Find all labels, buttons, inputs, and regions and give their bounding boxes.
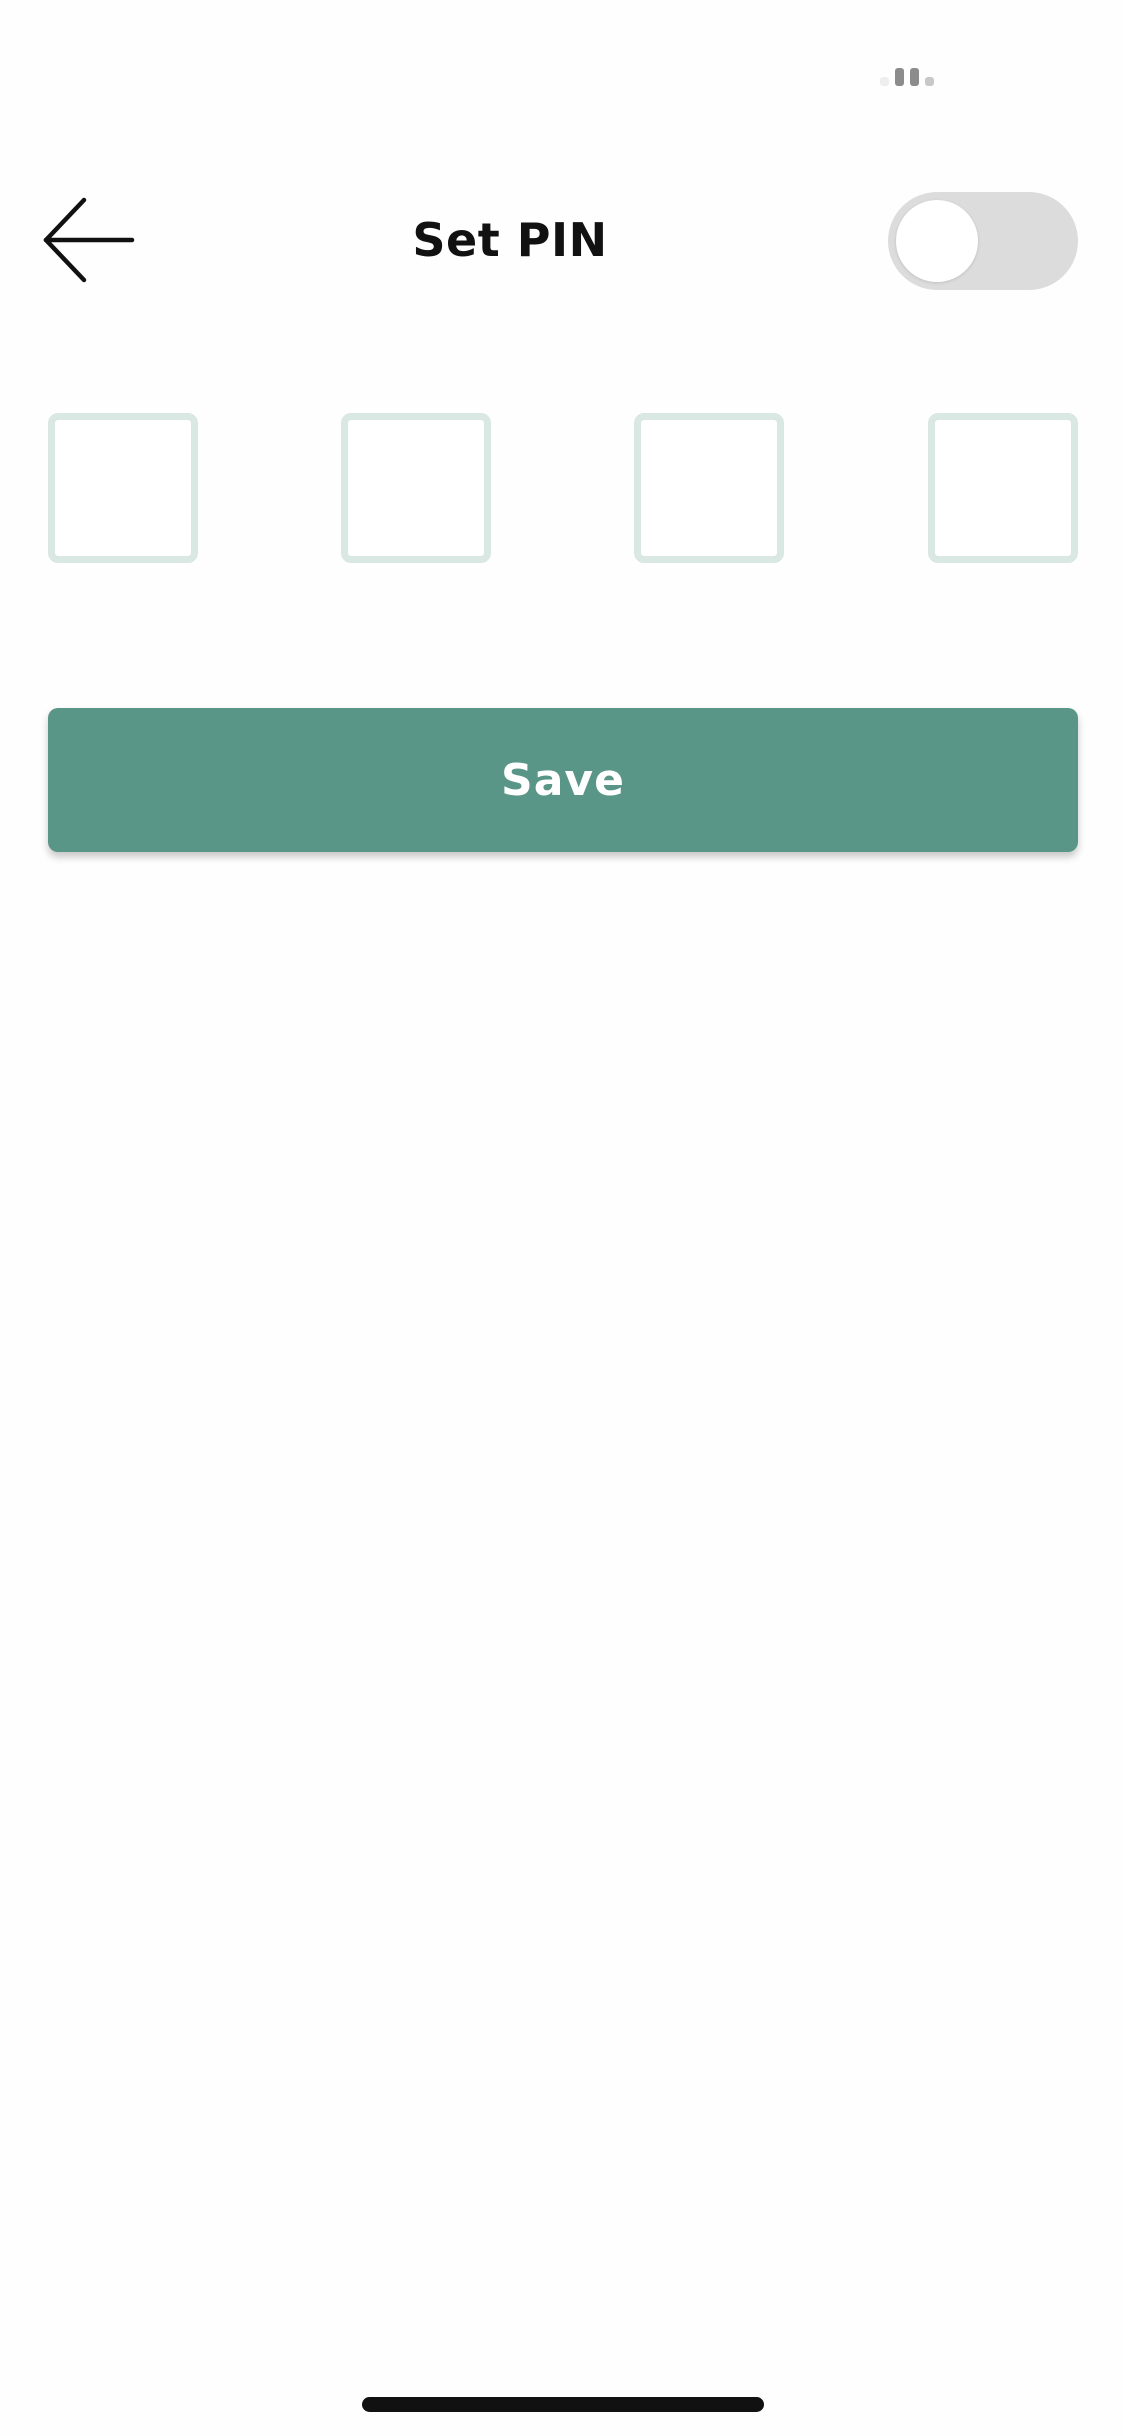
status-bar xyxy=(0,0,1125,130)
save-button[interactable]: Save xyxy=(48,708,1078,852)
signal-icon xyxy=(880,66,940,86)
pin-digit-4[interactable] xyxy=(928,413,1078,563)
pin-toggle[interactable] xyxy=(888,192,1078,290)
page-title: Set PIN xyxy=(412,213,608,267)
pin-digit-1[interactable] xyxy=(48,413,198,563)
save-button-label: Save xyxy=(501,754,625,806)
header: Set PIN xyxy=(0,180,1125,300)
pin-input-row xyxy=(48,413,1078,563)
toggle-knob xyxy=(896,200,978,282)
home-indicator[interactable] xyxy=(362,2397,764,2412)
screen: Set PIN Save xyxy=(0,0,1125,2436)
pin-digit-3[interactable] xyxy=(634,413,784,563)
pin-digit-2[interactable] xyxy=(341,413,491,563)
